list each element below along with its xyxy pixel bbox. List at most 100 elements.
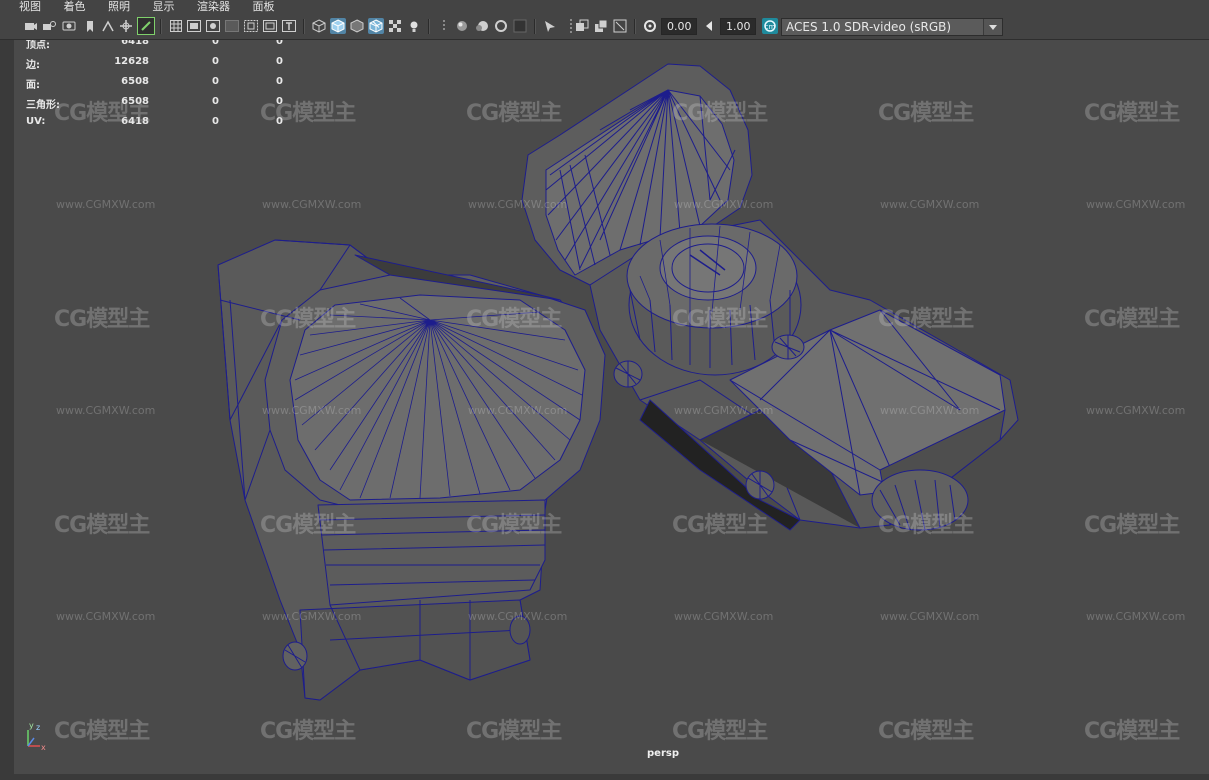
watermark-logo: CG模型主 xyxy=(260,719,356,744)
wireframe-on-shaded-icon[interactable] xyxy=(368,18,384,34)
watermark-logo: CG模型主 xyxy=(466,307,562,332)
textured-icon[interactable] xyxy=(349,18,365,34)
watermark-logo: CG模型主 xyxy=(1084,101,1180,126)
hud-value: 6508 xyxy=(121,76,149,87)
exposure-reset-icon[interactable] xyxy=(642,18,658,34)
axis-gizmo: z y x xyxy=(27,721,46,752)
exposure-icon[interactable] xyxy=(612,18,628,34)
watermark-logo: CG模型主 xyxy=(672,513,768,538)
hud-value: 6418 xyxy=(121,40,149,47)
model-wireframe xyxy=(217,63,1019,701)
watermark-url: www.CGMXW.com xyxy=(262,610,362,623)
motion-blur-icon[interactable] xyxy=(474,18,490,34)
watermark-logo: CG模型主 xyxy=(54,513,150,538)
svg-text:cm: cm xyxy=(765,23,776,31)
watermark-logo: CG模型主 xyxy=(466,101,562,126)
watermark-url: www.CGMXW.com xyxy=(262,198,362,211)
menu-lighting[interactable]: 照明 xyxy=(108,0,130,13)
camera-name-label: persp xyxy=(647,748,679,759)
watermark-url: www.CGMXW.com xyxy=(262,404,362,417)
watermark-logo: CG模型主 xyxy=(878,719,974,744)
watermark-logo: CG模型主 xyxy=(54,307,150,332)
watermark-logo: CG模型主 xyxy=(672,307,768,332)
watermark-logo: CG模型主 xyxy=(878,307,974,332)
hud-value: 0 xyxy=(212,76,219,87)
safe-title-icon[interactable] xyxy=(281,18,297,34)
isolate-select-icon[interactable] xyxy=(542,18,558,34)
watermark-logo: CG模型主 xyxy=(466,719,562,744)
field-chart-icon[interactable] xyxy=(243,18,259,34)
hud-value: 12628 xyxy=(114,56,149,67)
watermark-url: www.CGMXW.com xyxy=(674,198,774,211)
shadows-icon[interactable] xyxy=(406,18,422,34)
watermark-logo: CG模型主 xyxy=(260,307,356,332)
move-tool-icon[interactable] xyxy=(118,18,134,34)
hud-row: 面: 6508 0 0 xyxy=(26,76,286,96)
watermark-url: www.CGMXW.com xyxy=(880,198,980,211)
watermark-url: www.CGMXW.com xyxy=(56,198,156,211)
watermark-url: www.CGMXW.com xyxy=(468,610,568,623)
hud-value: 0 xyxy=(212,40,219,47)
menu-panels[interactable]: 面板 xyxy=(253,0,275,13)
3d-viewport[interactable]: 顶点: 6418 0 0 边: 12628 0 0 面: 6508 0 0 三角… xyxy=(14,40,1209,774)
axis-x-label: x xyxy=(41,743,46,752)
watermark-url: www.CGMXW.com xyxy=(880,610,980,623)
watermark-logo: CG模型主 xyxy=(1084,307,1180,332)
resolution-gate-icon[interactable] xyxy=(205,18,221,34)
hud-row: 边: 12628 0 0 xyxy=(26,56,286,76)
gamma-field[interactable] xyxy=(720,18,756,35)
hud-label: UV: xyxy=(26,116,46,127)
panel-border-bottom xyxy=(0,774,1209,780)
2d-pan-zoom-icon[interactable] xyxy=(100,18,116,34)
chevron-down-icon[interactable] xyxy=(983,19,1002,35)
watermark-logo: CG模型主 xyxy=(1084,513,1180,538)
watermark-url: www.CGMXW.com xyxy=(56,610,156,623)
watermark-url: www.CGMXW.com xyxy=(468,404,568,417)
watermark-url: www.CGMXW.com xyxy=(674,404,774,417)
watermark-logo: CG模型主 xyxy=(466,513,562,538)
grid-icon[interactable] xyxy=(168,18,184,34)
watermark-url: www.CGMXW.com xyxy=(674,610,774,623)
watermark-url: www.CGMXW.com xyxy=(1086,404,1186,417)
smooth-shade-icon[interactable] xyxy=(330,18,346,34)
anti-alias-icon[interactable] xyxy=(493,18,509,34)
gamma-icon[interactable] xyxy=(702,18,718,34)
menu-renderer[interactable]: 渲染器 xyxy=(197,0,230,13)
exposure-field[interactable] xyxy=(661,18,697,35)
xray-joints-icon[interactable] xyxy=(574,18,590,34)
hud-value: 0 xyxy=(276,40,283,47)
grease-pencil-icon[interactable] xyxy=(137,17,155,35)
hud-value: 0 xyxy=(212,56,219,67)
panel-toolbar: cm ACES 1.0 SDR-video (sRGB) xyxy=(0,13,1209,40)
hud-value: 0 xyxy=(276,56,283,67)
panel-border xyxy=(0,40,14,780)
color-space-dropdown[interactable]: ACES 1.0 SDR-video (sRGB) xyxy=(781,18,1003,36)
color-management-icon[interactable]: cm xyxy=(762,18,778,34)
hud-value: 0 xyxy=(212,116,219,127)
axis-y-label: y xyxy=(29,721,34,730)
hud-label: 面: xyxy=(26,80,40,91)
wireframe-icon[interactable] xyxy=(311,18,327,34)
use-lights-icon[interactable] xyxy=(387,18,403,34)
watermark-logo: CG模型主 xyxy=(1084,719,1180,744)
menu-view[interactable]: 视图 xyxy=(19,0,41,13)
backface-icon[interactable] xyxy=(593,18,609,34)
watermark-url: www.CGMXW.com xyxy=(468,198,568,211)
menu-bar: 视图 着色 照明 显示 渲染器 面板 xyxy=(0,0,1209,13)
color-space-value: ACES 1.0 SDR-video (sRGB) xyxy=(786,20,952,34)
film-gate-icon[interactable] xyxy=(186,18,202,34)
watermark-logo: CG模型主 xyxy=(672,101,768,126)
menu-shading[interactable]: 着色 xyxy=(64,0,86,13)
depth-of-field-icon[interactable] xyxy=(512,18,528,34)
camera-attributes-icon[interactable] xyxy=(41,18,57,34)
gate-mask-icon[interactable] xyxy=(224,18,240,34)
bookmark-icon[interactable] xyxy=(61,18,77,34)
image-plane-icon[interactable] xyxy=(82,18,98,34)
light-dot-icon[interactable] xyxy=(436,18,452,34)
watermark-url: www.CGMXW.com xyxy=(56,404,156,417)
hud-label: 顶点: xyxy=(26,40,50,51)
menu-show[interactable]: 显示 xyxy=(153,0,175,13)
select-camera-icon[interactable] xyxy=(23,18,39,34)
ambient-occlusion-icon[interactable] xyxy=(454,18,470,34)
safe-action-icon[interactable] xyxy=(262,18,278,34)
